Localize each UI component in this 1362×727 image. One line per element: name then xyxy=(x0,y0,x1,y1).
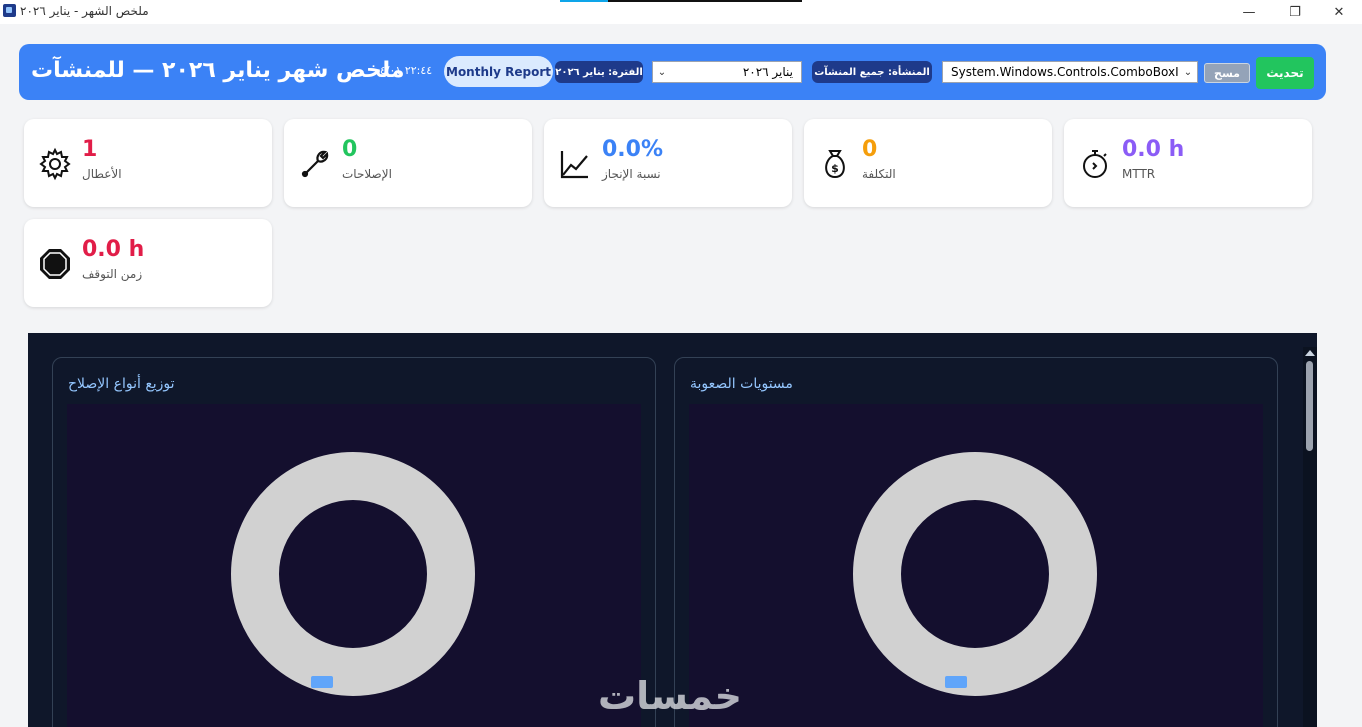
repair-types-chart xyxy=(67,404,641,727)
wrench-icon xyxy=(301,150,329,178)
difficulty-donut xyxy=(853,452,1097,696)
kpi-value: 0.0 h xyxy=(82,237,145,262)
svg-text:$: $ xyxy=(831,162,839,175)
titlebar-strip xyxy=(560,0,802,2)
clear-button[interactable]: مسح xyxy=(1204,63,1250,83)
watermark-logo: خمسات xyxy=(598,674,742,718)
donut-empty-ring xyxy=(231,452,475,696)
stopwatch-icon xyxy=(1083,150,1107,178)
kpi-card-downtime: 0.0 h زمن التوقف xyxy=(24,219,272,307)
money-bag-icon: $ xyxy=(825,150,845,179)
kpi-card-completion-rate: 0.0% نسبة الإنجاز xyxy=(544,119,792,207)
close-button[interactable]: ✕ xyxy=(1316,0,1362,24)
legend-swatch xyxy=(311,676,333,688)
period-chip: الفترة: يناير ٢٠٢٦ xyxy=(555,61,643,83)
chevron-down-icon: ⌄ xyxy=(657,66,667,78)
kpi-value: 0 xyxy=(342,137,358,162)
kpi-label: الأعطال xyxy=(82,167,122,181)
kpi-card-repairs: 0 الإصلاحات xyxy=(284,119,532,207)
app-icon xyxy=(3,4,16,17)
panel-title: توزيع أنواع الإصلاح xyxy=(68,376,175,392)
kpi-value: 0.0% xyxy=(602,137,664,162)
difficulty-panel: مستويات الصعوبة xyxy=(674,357,1278,727)
gear-icon xyxy=(39,147,71,181)
vertical-scrollbar[interactable] xyxy=(1303,347,1317,727)
kpi-label: التكلفة xyxy=(862,167,896,181)
kpi-card-failures: 1 الأعطال xyxy=(24,119,272,207)
difficulty-chart xyxy=(689,404,1263,727)
donut-empty-ring xyxy=(853,452,1097,696)
facility-combo[interactable]: System.Windows.Controls.ComboBoxItem ⌄ xyxy=(942,61,1198,83)
legend-swatch xyxy=(945,676,967,688)
monthly-report-button[interactable]: Monthly Report xyxy=(444,56,553,87)
repair-types-panel: توزيع أنواع الإصلاح xyxy=(52,357,656,727)
kpi-card-cost: $ 0 التكلفة xyxy=(804,119,1052,207)
chevron-down-icon: ⌄ xyxy=(1183,66,1193,78)
window-titlebar: ملخص الشهر - يناير ٢٠٢٦ — ❐ ✕ xyxy=(0,0,1362,24)
kpi-value: 1 xyxy=(82,137,98,162)
refresh-button[interactable]: تحديث xyxy=(1256,57,1314,89)
facility-combo-value: System.Windows.Controls.ComboBoxItem xyxy=(951,65,1179,79)
chart-line-icon xyxy=(560,151,588,179)
kpi-value: 0 xyxy=(862,137,878,162)
page-title: ملخص شهر يناير ٢٠٢٦ — للمنشآت xyxy=(31,58,405,83)
period-combo-value: يناير ٢٠٢٦ xyxy=(742,65,793,79)
kpi-label: MTTR xyxy=(1122,167,1156,181)
facility-chip: المنشأة: جميع المنشآت xyxy=(812,61,932,83)
window-title: ملخص الشهر - يناير ٢٠٢٦ xyxy=(20,4,149,18)
stop-sign-icon xyxy=(40,249,70,279)
scrollbar-thumb[interactable] xyxy=(1306,361,1313,451)
repair-types-donut xyxy=(231,452,475,696)
kpi-value: 0.0 h xyxy=(1122,137,1185,162)
kpi-label: الإصلاحات xyxy=(342,167,392,181)
header-banner: تحديث مسح System.Windows.Controls.ComboB… xyxy=(19,44,1326,100)
kpi-label: زمن التوقف xyxy=(82,267,143,281)
kpi-card-mttr: 0.0 h MTTR xyxy=(1064,119,1312,207)
scroll-up-arrow-icon[interactable] xyxy=(1305,350,1315,356)
panel-title: مستويات الصعوبة xyxy=(690,376,793,392)
maximize-button[interactable]: ❐ xyxy=(1272,0,1318,24)
period-combo[interactable]: يناير ٢٠٢٦ ⌄ xyxy=(652,61,802,83)
kpi-label: نسبة الإنجاز xyxy=(602,167,661,181)
minimize-button[interactable]: — xyxy=(1226,0,1272,24)
